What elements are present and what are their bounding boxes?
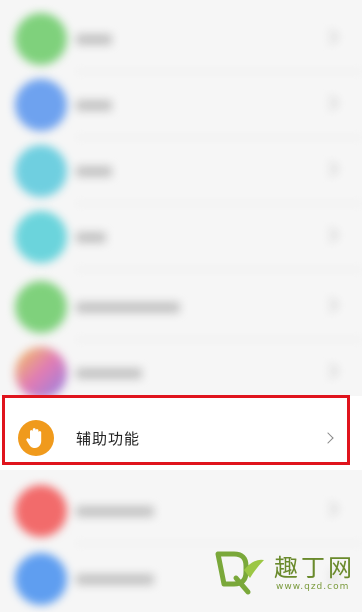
chevron-right-icon (323, 297, 339, 313)
hand-icon (18, 420, 54, 456)
row-label (76, 574, 154, 585)
app-icon (15, 485, 67, 537)
app-icon (15, 211, 67, 263)
app-icon (15, 145, 67, 197)
accessibility-label: 辅助功能 (76, 430, 141, 448)
row-label (76, 166, 112, 177)
watermark-logo-icon (215, 551, 264, 595)
row-label (76, 506, 154, 517)
chevron-right-icon (323, 227, 339, 243)
chevron-right-icon (323, 501, 339, 517)
watermark-text: 趣丁网 (274, 554, 355, 582)
app-icon (15, 13, 67, 65)
settings-row[interactable] (0, 204, 362, 270)
divider (76, 269, 362, 270)
app-icon (15, 79, 67, 131)
row-label (76, 302, 180, 313)
chevron-right-icon (323, 363, 339, 379)
chevron-right-icon (323, 29, 339, 45)
row-label (76, 100, 112, 111)
accessibility-row[interactable] (0, 396, 362, 470)
row-label (76, 368, 142, 379)
watermark-url: www.qzd.com (276, 582, 350, 592)
app-icon (15, 347, 67, 399)
watermark: 趣丁网 www.qzd.com (214, 544, 362, 602)
settings-row[interactable] (0, 478, 362, 544)
row-label (76, 34, 112, 45)
app-icon (15, 553, 67, 605)
settings-row[interactable] (0, 138, 362, 204)
chevron-right-icon (323, 95, 339, 111)
settings-row[interactable] (0, 72, 362, 138)
app-icon (15, 281, 67, 333)
chevron-right-icon (323, 161, 339, 177)
settings-row[interactable] (0, 6, 362, 72)
settings-row[interactable] (0, 274, 362, 340)
settings-list: 辅助功能 (0, 0, 362, 605)
row-label (76, 232, 106, 243)
